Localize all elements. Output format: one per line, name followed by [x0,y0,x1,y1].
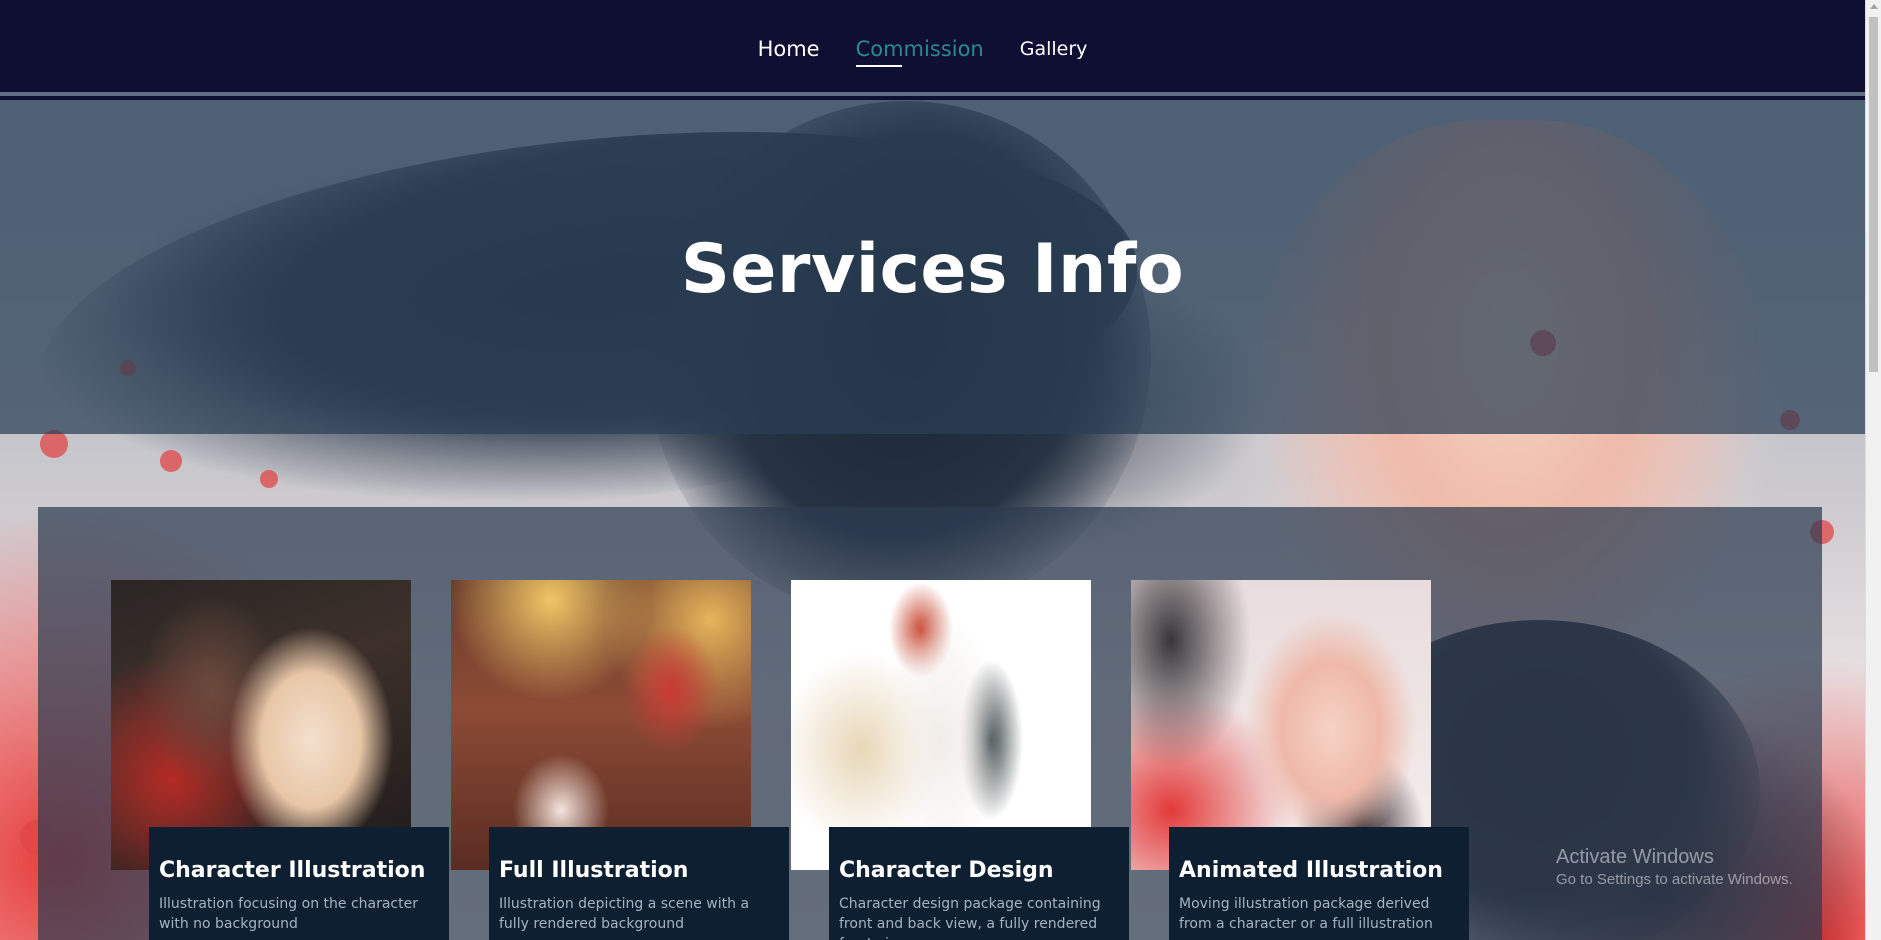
service-card-animated-illustration[interactable]: Animated Illustration Moving illustratio… [1131,580,1471,940]
service-title: Character Design [839,858,1054,883]
service-description: Illustration depicting a scene with a fu… [499,896,750,932]
watermark-subtitle: Go to Settings to activate Windows. [1556,871,1793,888]
nav-commission-link[interactable]: Commission [855,36,984,67]
service-title: Animated Illustration [1179,858,1443,883]
artwork-dot [40,430,68,458]
service-title: Full Illustration [499,858,689,883]
service-caption: Character Illustration Illustration focu… [149,827,449,940]
service-card-character-design[interactable]: Character Design Character design packag… [791,580,1131,940]
service-title: Character Illustration [159,858,426,883]
service-description: Illustration focusing on the character w… [159,896,418,932]
service-card-full-illustration[interactable]: Full Illustration Illustration depicting… [451,580,791,940]
service-card-character-illustration[interactable]: Character Illustration Illustration focu… [111,580,451,940]
scroll-up-arrow-icon[interactable] [1870,4,1878,9]
page: Home Commission Gallery Services Info Ch… [0,0,1881,940]
service-description: Character design package containing fron… [839,896,1101,940]
watermark-title: Activate Windows [1556,846,1714,868]
artwork-dot [260,470,278,488]
artwork-dot [160,450,182,472]
hero-banner: Services Info [0,100,1865,434]
scrollbar-thumb[interactable] [1869,17,1878,372]
services-panel: Character Illustration Illustration focu… [38,507,1822,940]
page-title: Services Info [680,230,1185,309]
nav-links: Home Commission Gallery [0,36,1865,67]
page-scrollbar[interactable] [1865,0,1881,940]
windows-activation-watermark: Activate Windows Go to Settings to activ… [1556,845,1793,891]
service-caption: Full Illustration Illustration depicting… [489,827,789,940]
top-navigation: Home Commission Gallery [0,0,1865,96]
service-caption: Animated Illustration Moving illustratio… [1169,827,1469,940]
nav-gallery-link[interactable]: Gallery [1020,36,1088,62]
nav-home-link[interactable]: Home [758,36,820,62]
service-description: Moving illustration package derived from… [1179,896,1433,932]
service-caption: Character Design Character design packag… [829,827,1129,940]
